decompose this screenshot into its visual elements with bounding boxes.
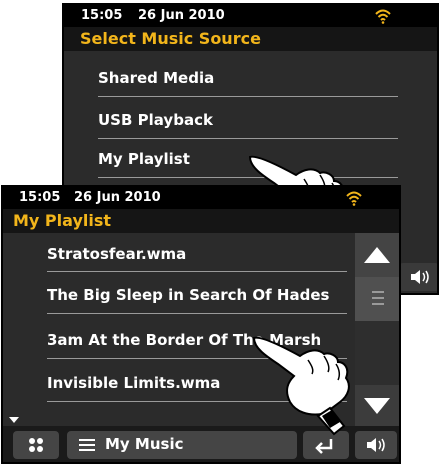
status-bar: 15:05 26 Jun 2010	[64, 5, 437, 27]
wifi-icon	[375, 9, 391, 24]
thumb-grip	[372, 291, 384, 293]
thumb-grip	[372, 297, 384, 299]
volume-button[interactable]	[399, 263, 437, 291]
status-bar: 15:05 26 Jun 2010	[3, 187, 399, 209]
home-button[interactable]	[13, 431, 59, 459]
page-title: My Playlist	[3, 209, 399, 233]
list-item-usb-playback[interactable]: USB Playback	[98, 111, 213, 129]
grid-icon	[29, 438, 43, 452]
list-item-my-playlist[interactable]: My Playlist	[98, 150, 190, 168]
more-below-indicator	[9, 417, 19, 423]
divider	[98, 138, 398, 139]
status-date: 26 Jun 2010	[74, 190, 161, 205]
pointing-hand-icon	[252, 336, 350, 436]
playlist-item[interactable]: The Big Sleep in Search Of Hades	[47, 286, 353, 304]
thumb-grip	[372, 303, 384, 305]
divider	[47, 313, 347, 314]
scroll-up-icon	[364, 247, 390, 263]
wifi-icon	[346, 191, 362, 206]
status-time: 15:05	[19, 190, 61, 205]
volume-icon	[411, 270, 429, 284]
page-title: Select Music Source	[64, 27, 437, 51]
status-time: 15:05	[81, 8, 123, 23]
scroll-up-button[interactable]	[355, 233, 399, 277]
status-date: 26 Jun 2010	[138, 8, 225, 23]
divider	[47, 271, 347, 272]
menu-label: My Music	[105, 435, 184, 453]
divider	[98, 96, 398, 97]
scrollbar-thumb[interactable]	[355, 277, 399, 321]
playlist-item[interactable]: Stratosfear.wma	[47, 245, 347, 263]
menu-icon	[79, 439, 95, 451]
list-item-shared-media[interactable]: Shared Media	[98, 69, 214, 87]
